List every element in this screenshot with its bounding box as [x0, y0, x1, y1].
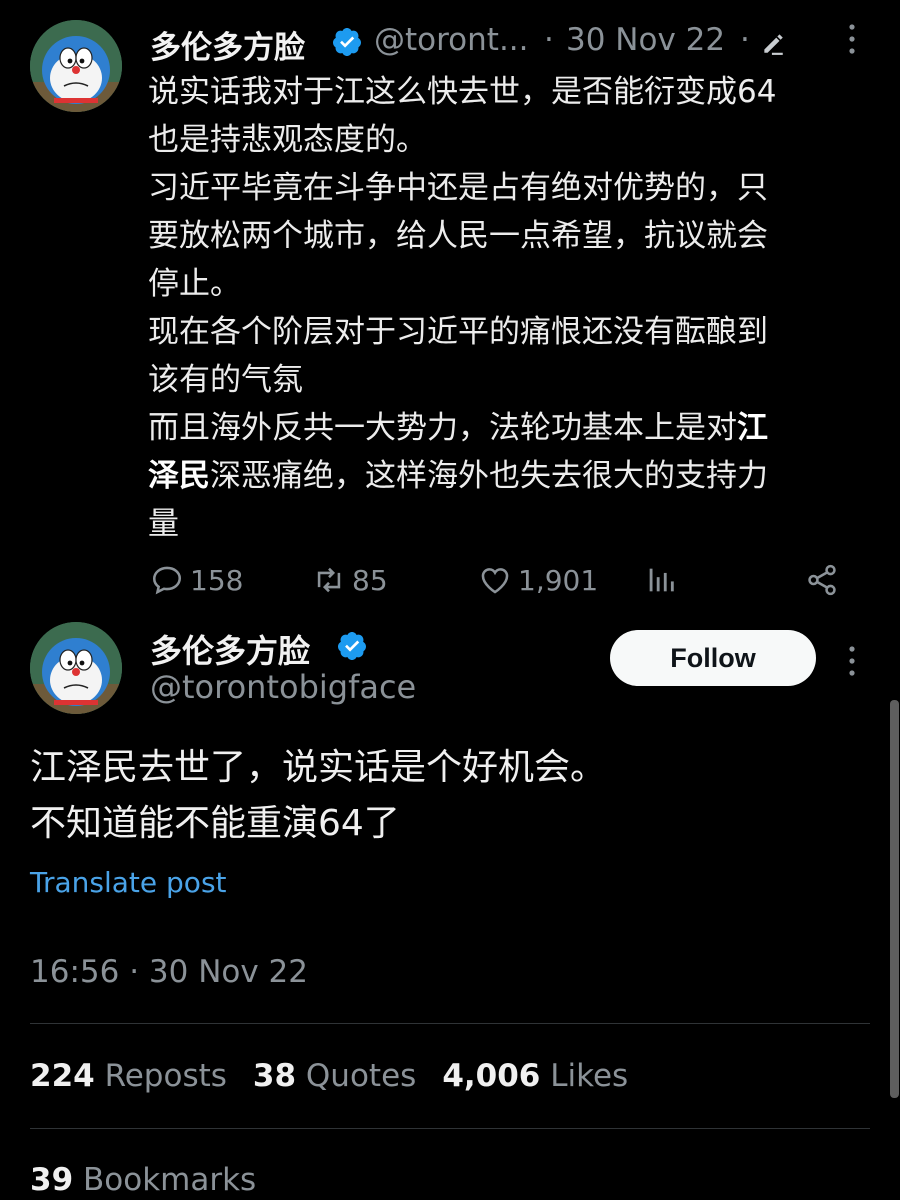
post-date[interactable]: 30 Nov 22 — [566, 22, 725, 58]
avatar[interactable] — [30, 20, 122, 112]
separator-dot: · — [544, 22, 554, 58]
engagement-stats: 224 Reposts 38 Quotes 4,006 Likes — [30, 1058, 628, 1094]
post-text-line: 说实话我对于江这么快去世，是否能衍变成64 — [148, 74, 777, 110]
post-text-segment: 而且海外反共一大势力，法轮功基本上是对 — [148, 410, 737, 446]
quotes-label: Quotes — [305, 1058, 417, 1094]
post-text-line: 也是持悲观态度的。 — [148, 122, 427, 158]
follow-button[interactable]: Follow — [610, 630, 816, 686]
quotes-stat[interactable]: 38 Quotes — [253, 1058, 416, 1094]
heart-icon — [481, 568, 509, 594]
post-text-line: 不知道能不能重演64了 — [30, 803, 400, 844]
post-text-line: 江泽民去世了，说实话是个好机会。 — [30, 747, 607, 788]
highlighted-keyword: 泽民 — [148, 458, 210, 494]
bookmarks-count: 39 — [30, 1162, 74, 1198]
scrollbar[interactable] — [890, 700, 899, 1098]
author-handle[interactable]: @toront... — [374, 22, 529, 58]
divider — [30, 1023, 870, 1024]
edit-pencil-icon — [760, 30, 786, 56]
repost-arrows-icon — [317, 567, 341, 593]
reply-button[interactable]: 158 — [150, 558, 243, 602]
likes-label: Likes — [550, 1058, 629, 1094]
post-text-line: 而且海外反共一大势力，法轮功基本上是对江 — [148, 404, 878, 452]
reposts-label: Reposts — [104, 1058, 227, 1094]
post-text-line: 泽民深恶痛绝，这样海外也失去很大的支持力 — [148, 452, 878, 500]
post-text: 江泽民去世了，说实话是个好机会。 不知道能不能重演64了 — [30, 740, 606, 852]
likes-stat[interactable]: 4,006 Likes — [442, 1058, 628, 1094]
like-count: 1,901 — [518, 563, 599, 597]
post-text-line: 该有的气氛 — [148, 362, 303, 398]
reply-bubble-icon — [152, 566, 182, 595]
divider — [30, 1128, 870, 1129]
verified-badge-icon — [331, 26, 363, 58]
post-text-line: 现在各个阶层对于习近平的痛恨还没有酝酿到 — [148, 314, 768, 350]
views-button[interactable] — [644, 558, 684, 602]
analytics-bars-icon — [649, 568, 674, 592]
highlighted-keyword: 江 — [737, 410, 768, 446]
post-text-line: 习近平毕竟在斗争中还是占有绝对优势的，只 — [148, 170, 768, 206]
bookmarks-stat[interactable]: 39 Bookmarks — [30, 1162, 256, 1198]
avatar[interactable] — [30, 622, 122, 714]
repost-count: 85 — [352, 563, 388, 597]
author-name[interactable]: 多伦多方脸 — [150, 626, 310, 672]
likes-count: 4,006 — [442, 1058, 541, 1094]
share-icon — [808, 564, 836, 596]
post-text-line: 量 — [148, 506, 179, 542]
post-text-segment: 深恶痛绝，这样海外也失去很大的支持力 — [210, 458, 768, 494]
post-text-line: 要放松两个城市，给人民一点希望，抗议就会 — [148, 218, 768, 254]
like-button[interactable]: 1,901 — [478, 558, 598, 602]
reposts-stat[interactable]: 224 Reposts — [30, 1058, 227, 1094]
separator-dot: · — [740, 22, 750, 58]
verified-badge-icon — [336, 630, 368, 662]
reposts-count: 224 — [30, 1058, 95, 1094]
reply-count: 158 — [190, 563, 244, 597]
post-timestamp[interactable]: 16:56 · 30 Nov 22 — [30, 954, 308, 990]
repost-button[interactable]: 85 — [312, 558, 388, 602]
post-text: 说实话我对于江这么快去世，是否能衍变成64 也是持悲观态度的。 习近平毕竟在斗争… — [148, 68, 878, 548]
author-handle[interactable]: @torontobigface — [150, 668, 416, 706]
translate-post-link[interactable]: Translate post — [30, 866, 227, 899]
more-vertical-icon[interactable] — [842, 644, 862, 678]
quotes-count: 38 — [252, 1058, 297, 1094]
share-button[interactable] — [805, 558, 845, 602]
more-vertical-icon[interactable] — [842, 22, 862, 56]
bookmarks-label: Bookmarks — [83, 1162, 257, 1198]
author-name[interactable]: 多伦多方脸 — [150, 22, 305, 67]
post-text-line: 停止。 — [148, 266, 241, 302]
